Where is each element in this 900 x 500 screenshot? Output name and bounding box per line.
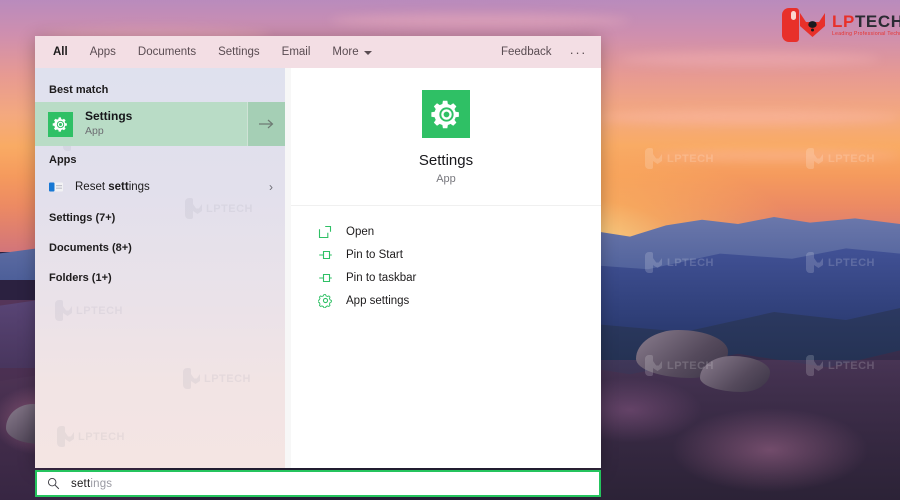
fox-head-shape (800, 13, 825, 37)
logo-tech-text: TECH (854, 12, 900, 31)
result-label-suffix: ings (128, 181, 150, 193)
best-match-main[interactable]: Settings App (35, 102, 247, 146)
taskbar-search-box[interactable]: settings (35, 470, 601, 497)
settings-page-icon (49, 182, 63, 192)
windows-search-panel: All Apps Documents Settings Email More F… (35, 36, 601, 468)
tab-documents[interactable]: Documents (138, 46, 196, 58)
watermark: LPTECH (57, 426, 125, 447)
app-preview-subtitle: App (436, 173, 456, 185)
result-group-folders[interactable]: Folders (1+) (35, 262, 285, 292)
tab-settings[interactable]: Settings (218, 46, 260, 58)
search-input[interactable]: settings (71, 478, 112, 490)
result-group-settings[interactable]: Settings (7+) (35, 202, 285, 232)
arrow-right-icon (258, 119, 273, 129)
tab-more-label: More (332, 46, 359, 58)
settings-gear-icon (48, 111, 73, 137)
watermark-label: LPTECH (76, 304, 123, 317)
search-suggestion-text: ings (90, 477, 113, 490)
best-match-subtitle: App (85, 125, 104, 138)
action-pin-to-start[interactable]: Pin to Start (317, 243, 601, 266)
tab-all[interactable]: All (53, 46, 68, 58)
tab-apps-label: Apps (89, 46, 116, 58)
action-open[interactable]: Open (317, 220, 601, 243)
logo-wordmark: LPTECH Leading Professional Technology (832, 13, 900, 37)
result-item-reset-settings[interactable]: Reset settings › (35, 172, 285, 202)
settings-gear-icon (422, 90, 470, 138)
logo-bar-shape (782, 8, 799, 42)
best-match-title: Settings (85, 109, 132, 124)
chevron-down-icon (363, 50, 372, 55)
gear-outline-icon (317, 293, 333, 309)
best-match-heading: Best match (49, 84, 109, 96)
action-pin-to-taskbar[interactable]: Pin to taskbar (317, 266, 601, 289)
lptech-fox-logo-icon (782, 8, 826, 42)
watermark: LPTECH (55, 300, 123, 321)
tab-email[interactable]: Email (282, 46, 311, 58)
tab-more[interactable]: More (332, 46, 372, 58)
search-panel-header: All Apps Documents Settings Email More F… (35, 36, 601, 68)
apps-heading: Apps (49, 154, 77, 166)
pin-icon (317, 270, 333, 286)
app-preview-pane: Settings App Open Pin to Start Pin to ta… (285, 68, 601, 468)
tab-all-label: All (53, 46, 68, 58)
search-results-pane: LPTECH LPTECH LPTECH LPTECH LPTECH Best … (35, 68, 285, 468)
app-preview-header: Settings App (291, 68, 601, 206)
app-preview-title: Settings (418, 152, 474, 169)
lptech-fox-mark-icon (183, 368, 200, 389)
tab-documents-label: Documents (137, 46, 197, 58)
action-pin-to-start-label: Pin to Start (346, 248, 403, 261)
app-actions-list: Open Pin to Start Pin to taskbar App set… (291, 206, 601, 312)
cloud (330, 14, 630, 27)
best-match-expand-button[interactable] (247, 102, 285, 146)
cloud (650, 150, 900, 161)
feedback-button[interactable]: Feedback (501, 46, 552, 58)
logo-lp-text: LP (832, 12, 855, 31)
tab-settings-label: Settings (218, 46, 260, 58)
best-match-text: Settings App (85, 109, 132, 138)
header-right-actions: Feedback ··· (501, 45, 587, 60)
lptech-fox-mark-icon (55, 300, 72, 321)
best-match-item-settings[interactable]: Settings App (35, 102, 285, 146)
more-options-icon[interactable]: ··· (570, 45, 588, 60)
result-label-prefix: Reset (75, 181, 109, 193)
best-match-title-query: Sett (85, 109, 108, 124)
action-pin-to-taskbar-label: Pin to taskbar (346, 271, 417, 284)
search-panel-body: LPTECH LPTECH LPTECH LPTECH LPTECH Best … (35, 68, 601, 468)
action-open-label: Open (346, 225, 375, 238)
tab-email-label: Email (281, 46, 311, 58)
rock (700, 356, 770, 392)
watermark-label: LPTECH (78, 430, 125, 443)
search-icon (47, 477, 60, 490)
result-item-label: Reset settings (75, 181, 257, 193)
watermark: LPTECH (183, 368, 251, 389)
lptech-fox-mark-icon (57, 426, 74, 447)
pin-icon (317, 247, 333, 263)
result-label-query: sett (108, 181, 129, 193)
lptech-logo: LPTECH Leading Professional Technology (782, 8, 900, 42)
best-match-title-rest: ings (107, 109, 133, 124)
search-filter-tabs: All Apps Documents Settings Email More (53, 46, 501, 58)
chevron-right-icon[interactable]: › (269, 181, 273, 193)
result-group-documents[interactable]: Documents (8+) (35, 232, 285, 262)
logo-tagline: Leading Professional Technology (832, 31, 900, 37)
action-app-settings[interactable]: App settings (317, 289, 601, 312)
watermark-label: LPTECH (204, 372, 251, 385)
cloud (600, 110, 900, 125)
cloud (620, 52, 880, 66)
search-typed-text: sett (71, 477, 91, 490)
action-app-settings-label: App settings (346, 294, 410, 307)
open-external-icon (317, 224, 333, 240)
tab-apps[interactable]: Apps (90, 46, 116, 58)
